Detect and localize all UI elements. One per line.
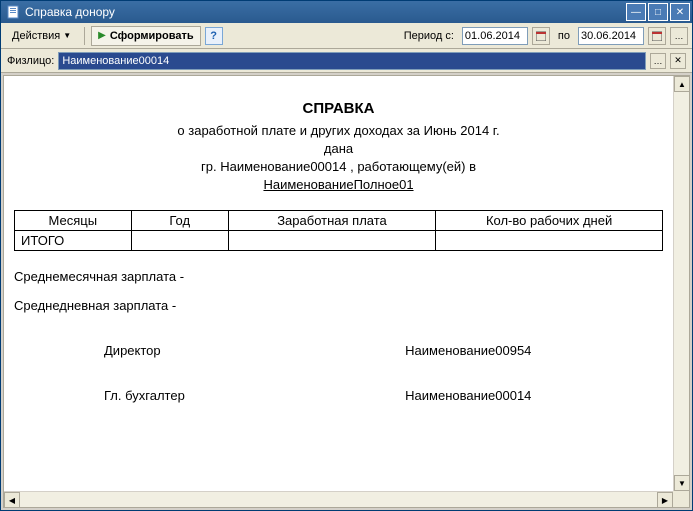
scroll-right-button[interactable]: ▶ bbox=[657, 492, 673, 508]
document: СПРАВКА о заработной плате и других дохо… bbox=[4, 76, 673, 419]
period-from-label: Период с: bbox=[400, 30, 458, 42]
play-icon: ▶ bbox=[98, 30, 106, 41]
col-month: Месяцы bbox=[15, 211, 132, 231]
person-field-wrap bbox=[58, 52, 646, 70]
date-from-input[interactable] bbox=[462, 27, 528, 45]
table-header-row: Месяцы Год Заработная плата Кол-во рабоч… bbox=[15, 211, 663, 231]
actions-label: Действия bbox=[12, 30, 60, 42]
vertical-scrollbar[interactable]: ▲ ▼ bbox=[673, 76, 689, 491]
close-button[interactable]: ✕ bbox=[670, 3, 690, 21]
toolbar: Действия ▼ ▶ Сформировать ? Период с: по… bbox=[1, 23, 692, 49]
avg-month-salary: Среднемесячная зарплата - bbox=[14, 269, 663, 284]
help-button[interactable]: ? bbox=[205, 27, 223, 45]
doc-subtitle: о заработной плате и других доходах за И… bbox=[14, 123, 663, 138]
total-year bbox=[131, 231, 228, 251]
calendar-icon bbox=[652, 31, 662, 41]
date-to-input[interactable] bbox=[578, 27, 644, 45]
app-window: Справка донору — □ ✕ Действия ▼ ▶ Сформи… bbox=[0, 0, 693, 511]
period-to-label: по bbox=[554, 30, 574, 42]
person-select-button[interactable]: … bbox=[650, 53, 666, 69]
doc-citizen-line: гр. Наименование00014 , работающему(ей) … bbox=[14, 159, 663, 174]
col-year: Год bbox=[131, 211, 228, 231]
app-icon bbox=[5, 4, 21, 20]
accountant-role: Гл. бухгалтер bbox=[14, 388, 274, 403]
person-input[interactable] bbox=[59, 55, 645, 67]
col-days: Кол-во рабочих дней bbox=[436, 211, 663, 231]
total-salary bbox=[228, 231, 435, 251]
doc-title: СПРАВКА bbox=[14, 100, 663, 117]
calendar-icon bbox=[536, 31, 546, 41]
person-clear-button[interactable]: ✕ bbox=[670, 53, 686, 69]
vscroll-track[interactable] bbox=[674, 92, 689, 475]
total-days bbox=[436, 231, 663, 251]
doc-org: НаименованиеПолное01 bbox=[14, 177, 663, 192]
minimize-button[interactable]: — bbox=[626, 3, 646, 21]
maximize-button[interactable]: □ bbox=[648, 3, 668, 21]
director-role: Директор bbox=[14, 343, 274, 358]
scroll-down-button[interactable]: ▼ bbox=[674, 475, 690, 491]
actions-menu[interactable]: Действия ▼ bbox=[5, 26, 78, 46]
scroll-corner bbox=[673, 491, 689, 507]
director-name: Наименование00954 bbox=[274, 343, 663, 358]
horizontal-scrollbar[interactable]: ◀ ▶ bbox=[4, 491, 673, 507]
accountant-name: Наименование00014 bbox=[274, 388, 663, 403]
date-to-calendar-button[interactable] bbox=[648, 27, 666, 45]
salary-table: Месяцы Год Заработная плата Кол-во рабоч… bbox=[14, 210, 663, 251]
hscroll-track[interactable] bbox=[20, 492, 657, 507]
doc-given: дана bbox=[14, 141, 663, 156]
chevron-down-icon: ▼ bbox=[63, 31, 71, 40]
form-label: Сформировать bbox=[110, 30, 194, 42]
sign-accountant: Гл. бухгалтер Наименование00014 bbox=[14, 388, 663, 403]
period-select-button[interactable]: … bbox=[670, 27, 688, 45]
date-from-calendar-button[interactable] bbox=[532, 27, 550, 45]
content-area: СПРАВКА о заработной плате и других дохо… bbox=[3, 75, 690, 508]
form-button[interactable]: ▶ Сформировать bbox=[91, 26, 201, 46]
scroll-left-button[interactable]: ◀ bbox=[4, 492, 20, 508]
total-label: ИТОГО bbox=[15, 231, 132, 251]
scroll-up-button[interactable]: ▲ bbox=[674, 76, 690, 92]
sign-director: Директор Наименование00954 bbox=[14, 343, 663, 358]
separator bbox=[84, 27, 85, 45]
titlebar: Справка донору — □ ✕ bbox=[1, 1, 692, 23]
filter-bar: Физлицо: … ✕ bbox=[1, 49, 692, 73]
document-viewport: СПРАВКА о заработной плате и других дохо… bbox=[4, 76, 673, 491]
person-label: Физлицо: bbox=[7, 55, 54, 67]
table-total-row: ИТОГО bbox=[15, 231, 663, 251]
col-salary: Заработная плата bbox=[228, 211, 435, 231]
window-title: Справка донору bbox=[25, 5, 626, 19]
avg-day-salary: Среднедневная зарплата - bbox=[14, 298, 663, 313]
